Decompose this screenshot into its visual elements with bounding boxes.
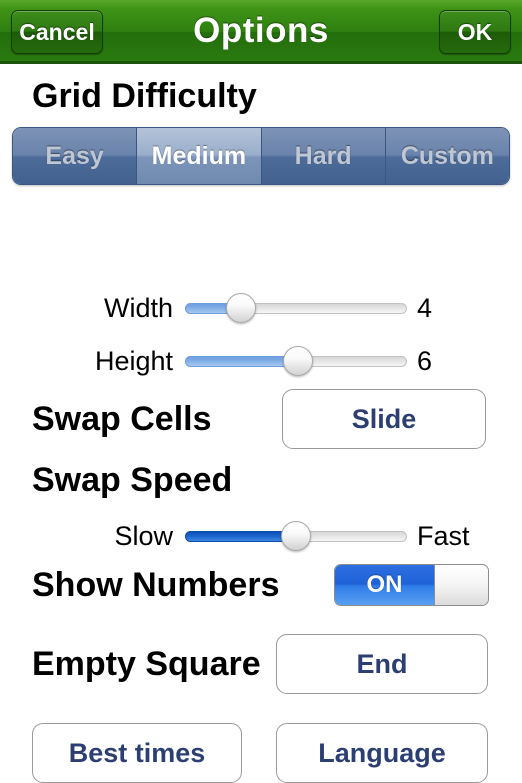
height-value: 6 xyxy=(417,345,433,376)
grid-difficulty-segmented-control[interactable]: Easy Medium Hard Custom xyxy=(12,127,510,185)
swap-cells-heading: Swap Cells xyxy=(32,399,212,438)
height-label: Height xyxy=(94,345,173,376)
height-slider[interactable] xyxy=(185,345,407,376)
show-numbers-toggle[interactable]: ON xyxy=(334,564,489,606)
segment-easy[interactable]: Easy xyxy=(13,128,138,184)
swap-speed-min-label: Slow xyxy=(114,520,173,551)
show-numbers-row: Show Numbers ON xyxy=(0,562,522,608)
grid-difficulty-heading: Grid Difficulty xyxy=(32,77,257,115)
height-slider-knob[interactable] xyxy=(283,345,314,376)
show-numbers-toggle-state: ON xyxy=(335,565,434,605)
swap-speed-slider-row: Slow Fast xyxy=(0,516,522,556)
width-slider[interactable] xyxy=(185,292,407,323)
height-row: Height 6 xyxy=(0,341,522,381)
show-numbers-toggle-knob[interactable] xyxy=(434,565,488,605)
swap-speed-heading: Swap Speed xyxy=(32,460,233,499)
ok-button[interactable]: OK xyxy=(439,10,511,54)
swap-speed-slider[interactable] xyxy=(185,520,407,551)
swap-speed-slider-knob[interactable] xyxy=(281,520,311,551)
best-times-button[interactable]: Best times xyxy=(32,723,242,783)
width-value: 4 xyxy=(417,292,433,323)
height-slider-fill xyxy=(185,356,299,367)
language-button[interactable]: Language xyxy=(276,723,488,783)
width-slider-knob[interactable] xyxy=(225,292,256,323)
width-row: Width 4 xyxy=(0,288,522,328)
show-numbers-heading: Show Numbers xyxy=(32,565,280,604)
swap-speed-slider-fill xyxy=(185,531,296,542)
segment-hard[interactable]: Hard xyxy=(261,128,386,184)
segment-custom[interactable]: Custom xyxy=(385,128,509,184)
swap-speed-row: Swap Speed xyxy=(0,458,522,502)
swap-cells-row: Swap Cells Slide xyxy=(0,389,522,449)
width-label: Width xyxy=(103,292,173,323)
footer-buttons: Best times Language xyxy=(0,723,522,783)
swap-speed-max-label: Fast xyxy=(417,520,470,551)
navigation-bar: Cancel Options OK xyxy=(0,0,522,64)
segment-medium[interactable]: Medium xyxy=(137,128,262,184)
empty-square-heading: Empty Square xyxy=(32,644,261,683)
empty-square-row: Empty Square End xyxy=(0,634,522,694)
empty-square-button[interactable]: End xyxy=(276,634,488,694)
swap-cells-button[interactable]: Slide xyxy=(282,389,486,449)
